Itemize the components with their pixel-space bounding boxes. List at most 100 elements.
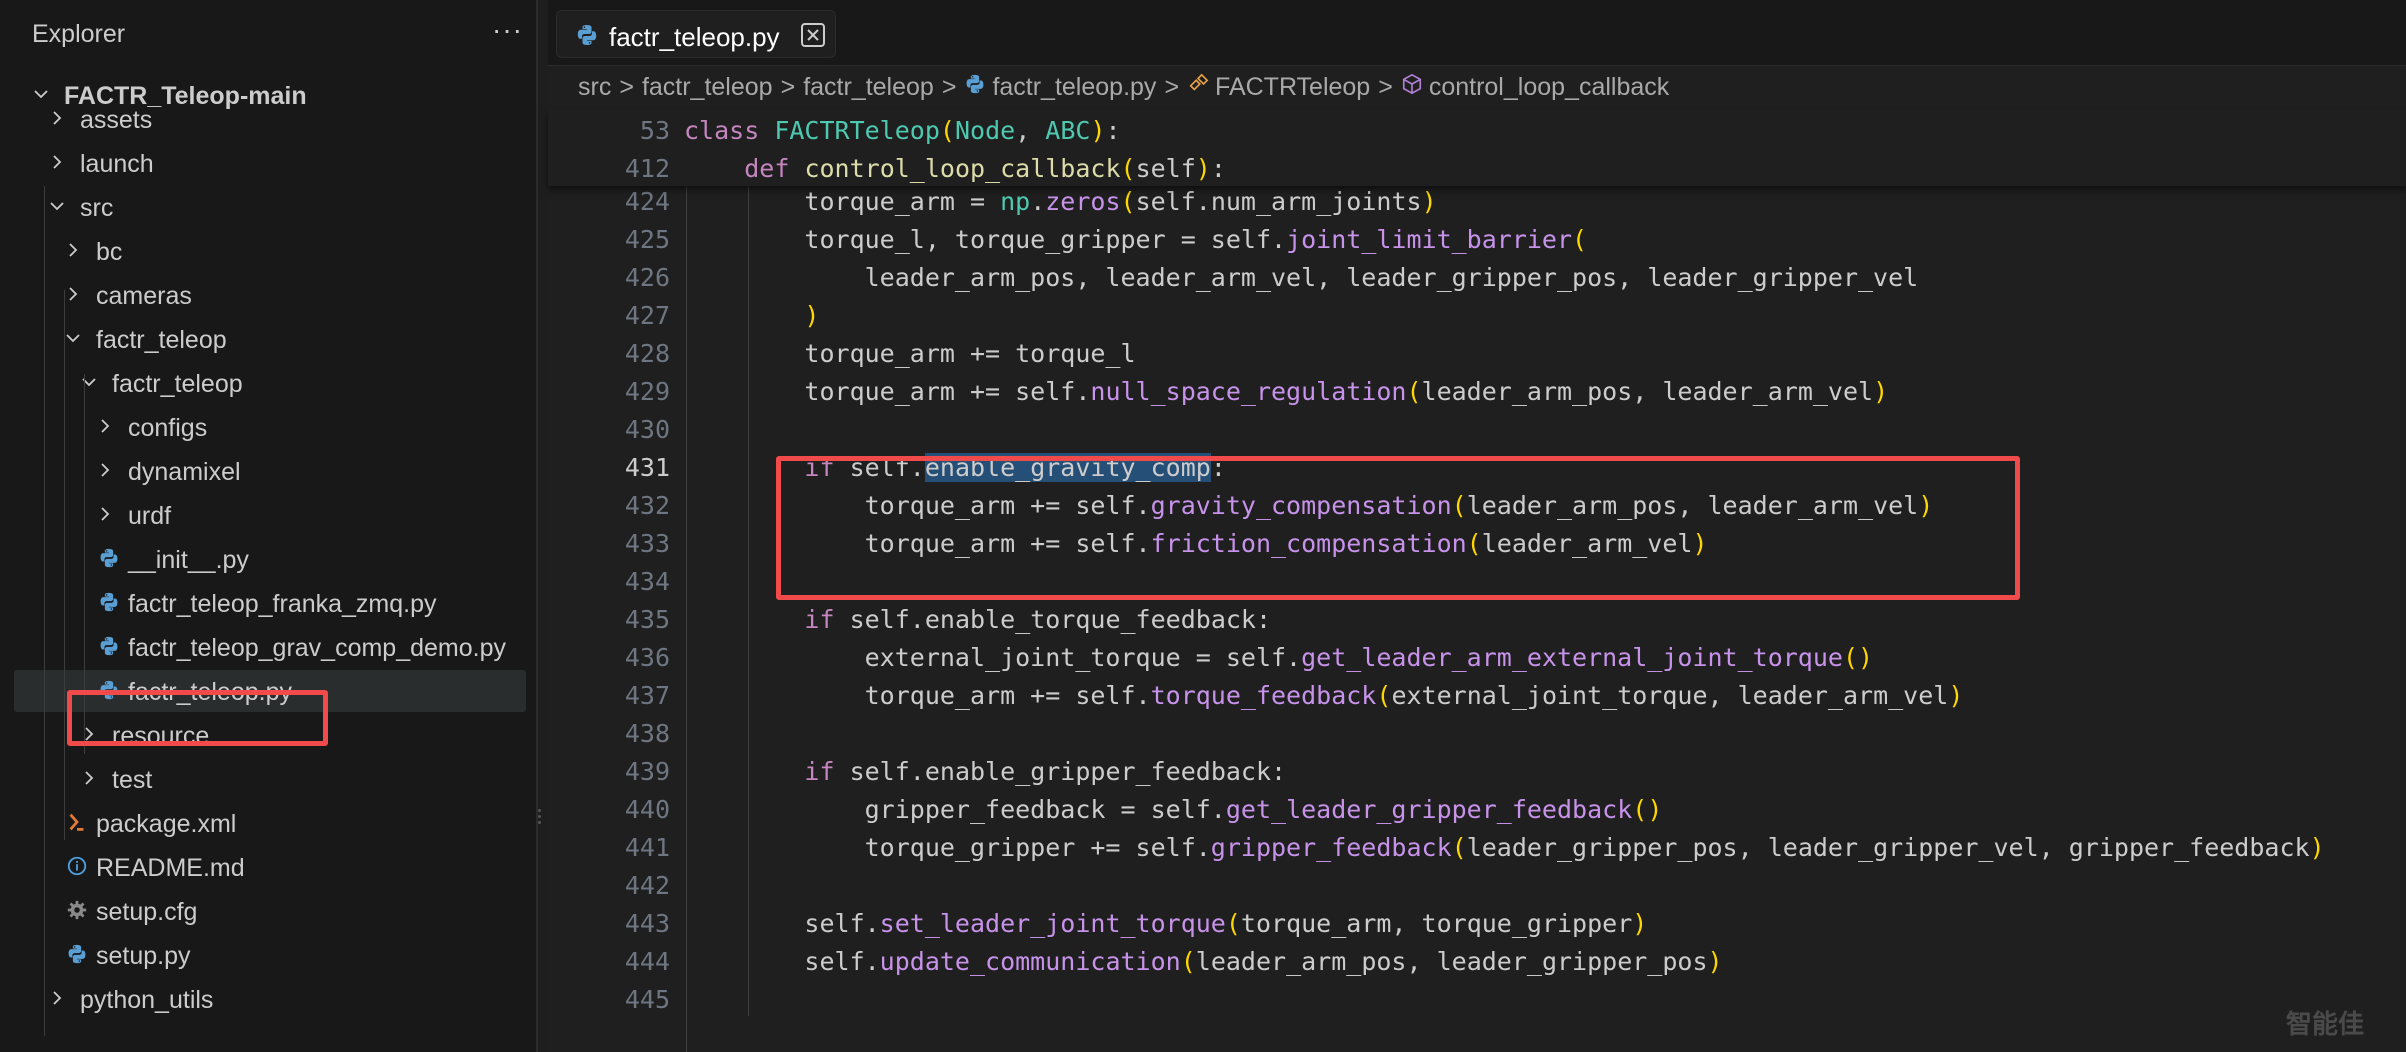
tree-item-init-py[interactable]: __init__.py [14, 538, 526, 580]
breadcrumb-item[interactable]: control_loop_callback [1429, 73, 1669, 101]
code-line[interactable]: 428 torque_arm += torque_l [548, 333, 2406, 371]
line-number: 442 [624, 871, 670, 900]
tree-item-configs[interactable]: configs [14, 406, 526, 448]
sidebar-resize-sash[interactable] [538, 806, 542, 836]
info-icon [66, 855, 90, 879]
breadcrumb-item[interactable]: src [578, 73, 611, 101]
chevron-right-icon [80, 725, 98, 743]
tree-item-label: urdf [128, 502, 172, 530]
chevron-right-icon [48, 153, 66, 171]
breadcrumb: src > factr_teleop > factr_teleop > factr_tele… [578, 72, 1669, 106]
tree-item-factr-teleop[interactable]: factr_teleop [14, 318, 526, 360]
chevron-right-icon [96, 505, 114, 523]
line-number: 444 [624, 947, 670, 976]
tree-indent-guide [64, 290, 65, 840]
code-text: torque_arm += self.null_space_regulation… [684, 377, 1889, 406]
explorer-title: Explorer [32, 20, 126, 48]
code-line[interactable]: 439 if self.enable_gripper_feedback: [548, 751, 2406, 789]
sticky-line[interactable]: 53 class FACTRTeleop(Node, ABC): [548, 110, 2406, 148]
editor: factr_teleop.py src > factr_teleop > factr_t… [548, 0, 2406, 1052]
chevron-right-icon [48, 989, 66, 1007]
tree-item-dynamixel[interactable]: dynamixel [14, 450, 526, 492]
tree-item-launch[interactable]: launch [14, 142, 526, 184]
python-file-icon [98, 635, 122, 659]
tree-item-urdf[interactable]: urdf [14, 494, 526, 536]
code-line[interactable]: 434 [548, 561, 2406, 599]
code-line[interactable]: 425 torque_l, torque_gripper = self.join… [548, 219, 2406, 257]
code-line[interactable]: 436 external_joint_torque = self.get_lea… [548, 637, 2406, 675]
tree-item-python-utils[interactable]: python_utils [14, 978, 526, 1020]
tree-item-label: factr_teleop [96, 326, 227, 354]
code-area[interactable]: 424 torque_arm = np.zeros(self.num_arm_j… [548, 186, 2406, 1052]
breadcrumb-item[interactable]: factr_teleop [803, 73, 934, 101]
code-line[interactable]: 438 [548, 713, 2406, 751]
code-line[interactable]: 435 if self.enable_torque_feedback: [548, 599, 2406, 637]
code-line[interactable]: 433 torque_arm += self.friction_compensa… [548, 523, 2406, 561]
chevron-down-icon [80, 373, 98, 391]
line-number: 431 [624, 453, 670, 482]
tab-factr-teleop[interactable]: factr_teleop.py [556, 10, 836, 58]
tab-bar: factr_teleop.py [548, 0, 2406, 66]
tree-item-readme-md[interactable]: README.md [14, 846, 526, 888]
code-line[interactable]: 431 if self.enable_gravity_comp: [548, 447, 2406, 485]
code-line[interactable]: 444 self.update_communication(leader_arm… [548, 941, 2406, 979]
line-number: 441 [624, 833, 670, 862]
tree-item-label: README.md [96, 854, 245, 882]
code-line[interactable]: 437 torque_arm += self.torque_feedback(e… [548, 675, 2406, 713]
code-line[interactable]: 441 torque_gripper += self.gripper_feedb… [548, 827, 2406, 865]
gear-icon [66, 899, 90, 923]
code-line[interactable]: 427 ) [548, 295, 2406, 333]
chevron-right-icon [96, 461, 114, 479]
code-line[interactable]: 432 torque_arm += self.gravity_compensat… [548, 485, 2406, 523]
breadcrumb-item[interactable]: factr_teleop [642, 73, 773, 101]
line-number: 440 [624, 795, 670, 824]
line-number: 434 [624, 567, 670, 596]
python-file-icon [964, 73, 986, 102]
tree-item-factr-teleop-grav-comp-demo-py[interactable]: factr_teleop_grav_comp_demo.py [14, 626, 526, 668]
breadcrumb-separator: > [780, 72, 796, 101]
tree-item-setup-cfg[interactable]: setup.cfg [14, 890, 526, 932]
tree-item-test[interactable]: test [14, 758, 526, 800]
tree-item-label: factr_teleop [112, 370, 243, 398]
code-line[interactable]: 445 [548, 979, 2406, 1017]
line-number: 436 [624, 643, 670, 672]
tree-item-factr-teleop-py[interactable]: factr_teleop.py [14, 670, 526, 712]
tree-item-bc[interactable]: bc [14, 230, 526, 272]
code-text: self.set_leader_joint_torque(torque_arm,… [684, 909, 1648, 938]
tree-item-assets[interactable]: assets [14, 98, 526, 140]
more-actions-icon[interactable]: ··· [492, 14, 523, 46]
code-line[interactable]: 443 self.set_leader_joint_torque(torque_… [548, 903, 2406, 941]
breadcrumb-item[interactable]: FACTRTeleop [1215, 73, 1370, 101]
sticky-line[interactable]: 412 def control_loop_callback(self): [548, 148, 2406, 186]
tree-item-label: setup.py [96, 942, 191, 970]
chevron-right-icon [96, 417, 114, 435]
chevron-right-icon [64, 241, 82, 259]
code-text: leader_arm_pos, leader_arm_vel, leader_g… [684, 263, 1919, 292]
tree-item-src[interactable]: src [14, 186, 526, 228]
code-line[interactable]: 440 gripper_feedback = self.get_leader_g… [548, 789, 2406, 827]
code-line[interactable]: 442 [548, 865, 2406, 903]
tree-item-factr-teleop[interactable]: factr_teleop [14, 362, 526, 404]
line-number: 439 [624, 757, 670, 786]
code-line[interactable]: 430 [548, 409, 2406, 447]
code-line[interactable]: 426 leader_arm_pos, leader_arm_vel, lead… [548, 257, 2406, 295]
line-number: 425 [624, 225, 670, 254]
tree-item-package-xml[interactable]: package.xml [14, 802, 526, 844]
line-number: 430 [624, 415, 670, 444]
breadcrumb-item[interactable]: factr_teleop.py [992, 73, 1156, 101]
python-file-icon [575, 23, 599, 52]
python-file-icon [98, 591, 122, 615]
code-line[interactable]: 429 torque_arm += self.null_space_regula… [548, 371, 2406, 409]
tree-item-factr-teleop-franka-zmq-py[interactable]: factr_teleop_franka_zmq.py [14, 582, 526, 624]
line-number: 433 [624, 529, 670, 558]
breadcrumb-separator: > [1164, 72, 1180, 101]
tree-item-label: dynamixel [128, 458, 241, 486]
code-line[interactable]: 424 torque_arm = np.zeros(self.num_arm_j… [548, 186, 2406, 219]
tree-item-label: factr_teleop.py [128, 678, 292, 706]
tree-item-setup-py[interactable]: setup.py [14, 934, 526, 976]
code-text: if self.enable_gripper_feedback: [804, 757, 1287, 786]
close-icon[interactable] [801, 23, 825, 47]
breadcrumb-separator: > [941, 72, 957, 101]
tree-item-cameras[interactable]: cameras [14, 274, 526, 316]
tree-item-resource[interactable]: resource [14, 714, 526, 756]
